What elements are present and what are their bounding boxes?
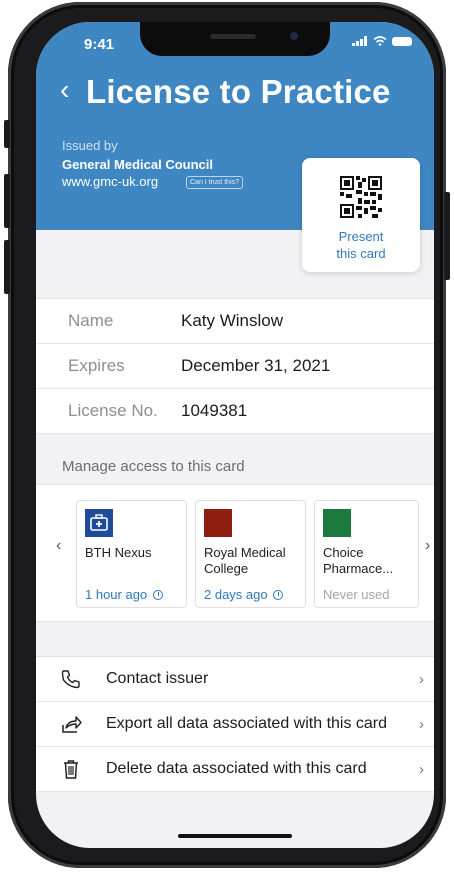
access-card-name: Royal Medical College xyxy=(204,545,286,577)
present-card-button[interactable]: Present this card xyxy=(302,158,420,272)
detail-value: December 31, 2021 xyxy=(181,356,331,375)
access-card-name-line1: Choice xyxy=(323,545,364,560)
access-card-name: Choice Pharmace... xyxy=(323,545,393,577)
battery-icon xyxy=(392,36,412,46)
back-button[interactable]: ‹ xyxy=(60,70,69,110)
phone-frame: 9:41 ‹ License to Practice Issued by Gen… xyxy=(4,2,450,868)
wifi-icon xyxy=(373,36,387,46)
detail-row-expires: Expires December 31, 2021 xyxy=(36,344,434,389)
present-card-label: Present this card xyxy=(302,228,420,262)
clock-icon xyxy=(273,590,284,600)
access-card-time-label: 1 hour ago xyxy=(85,587,148,602)
clock-icon xyxy=(152,590,163,600)
camera xyxy=(290,32,298,40)
side-button-power xyxy=(444,192,450,280)
access-card-name-line1: Royal Medical xyxy=(204,545,286,560)
carousel-prev-button[interactable]: ‹ xyxy=(56,537,61,555)
detail-row-name: Name Katy Winslow xyxy=(36,299,434,344)
actions-list: Contact issuer › Export all data associa… xyxy=(36,656,434,792)
action-label: Delete data associated with this card xyxy=(106,760,367,777)
detail-label: Expires xyxy=(68,356,125,375)
signal-icon xyxy=(352,36,367,46)
access-card-name-line2: Pharmace... xyxy=(323,561,394,576)
chevron-right-icon: › xyxy=(419,760,424,778)
access-card-name: BTH Nexus xyxy=(85,545,151,561)
square-icon xyxy=(204,509,232,537)
detail-value: Katy Winslow xyxy=(181,311,284,330)
access-card-time: Never used xyxy=(323,587,390,602)
side-button-mute xyxy=(4,120,10,148)
access-card-time: 2 days ago xyxy=(204,587,284,602)
action-label: Export all data associated with this car… xyxy=(106,715,388,732)
manage-access-title: Manage access to this card xyxy=(62,458,245,475)
contact-issuer-button[interactable]: Contact issuer › xyxy=(36,657,434,702)
carousel-next-button[interactable]: › xyxy=(425,537,430,555)
status-icons xyxy=(352,36,412,46)
square-icon xyxy=(323,509,351,537)
side-button-volume-down xyxy=(4,240,10,294)
access-card-royal-medical-college[interactable]: Royal Medical College 2 days ago xyxy=(195,500,306,608)
medical-kit-icon xyxy=(85,509,113,537)
status-time: 9:41 xyxy=(84,36,115,53)
present-label-line1: Present xyxy=(338,229,384,244)
access-card-time-label: 2 days ago xyxy=(204,587,268,602)
qr-code-icon xyxy=(340,176,382,218)
export-data-button[interactable]: Export all data associated with this car… xyxy=(36,702,434,747)
access-card-bth-nexus[interactable]: BTH Nexus 1 hour ago xyxy=(76,500,187,608)
share-icon xyxy=(36,713,106,735)
phone-icon xyxy=(36,668,106,690)
detail-label: Name xyxy=(68,311,114,330)
detail-label: License No. xyxy=(68,401,158,420)
side-button-volume-up xyxy=(4,174,10,228)
notch xyxy=(140,22,330,56)
issuer-name: General Medical Council xyxy=(62,157,213,172)
trust-link[interactable]: Can I trust this? xyxy=(186,176,244,189)
access-card-time: 1 hour ago xyxy=(85,587,163,602)
access-card-name-line2: College xyxy=(204,561,249,576)
issuer-website[interactable]: www.gmc-uk.org xyxy=(62,174,158,189)
speaker xyxy=(210,34,256,39)
chevron-right-icon: › xyxy=(419,715,424,733)
home-indicator[interactable] xyxy=(178,834,292,838)
access-card-choice-pharmacy[interactable]: Choice Pharmace... Never used xyxy=(314,500,419,608)
detail-value: 1049381 xyxy=(181,401,248,420)
license-details: Name Katy Winslow Expires December 31, 2… xyxy=(36,298,434,434)
detail-row-license-no: License No. 1049381 xyxy=(36,389,434,434)
delete-data-button[interactable]: Delete data associated with this card › xyxy=(36,747,434,792)
screen: 9:41 ‹ License to Practice Issued by Gen… xyxy=(36,22,434,848)
chevron-right-icon: › xyxy=(419,670,424,688)
access-carousel: ‹ BTH Nexus 1 hour ago Royal Medical Col… xyxy=(36,484,434,622)
present-label-line2: this card xyxy=(336,246,386,261)
issued-by-label: Issued by xyxy=(62,138,118,153)
access-card-name-line1: BTH Nexus xyxy=(85,545,152,560)
page-title: License to Practice xyxy=(86,73,391,110)
action-label: Contact issuer xyxy=(106,670,209,687)
trash-icon xyxy=(36,758,106,780)
